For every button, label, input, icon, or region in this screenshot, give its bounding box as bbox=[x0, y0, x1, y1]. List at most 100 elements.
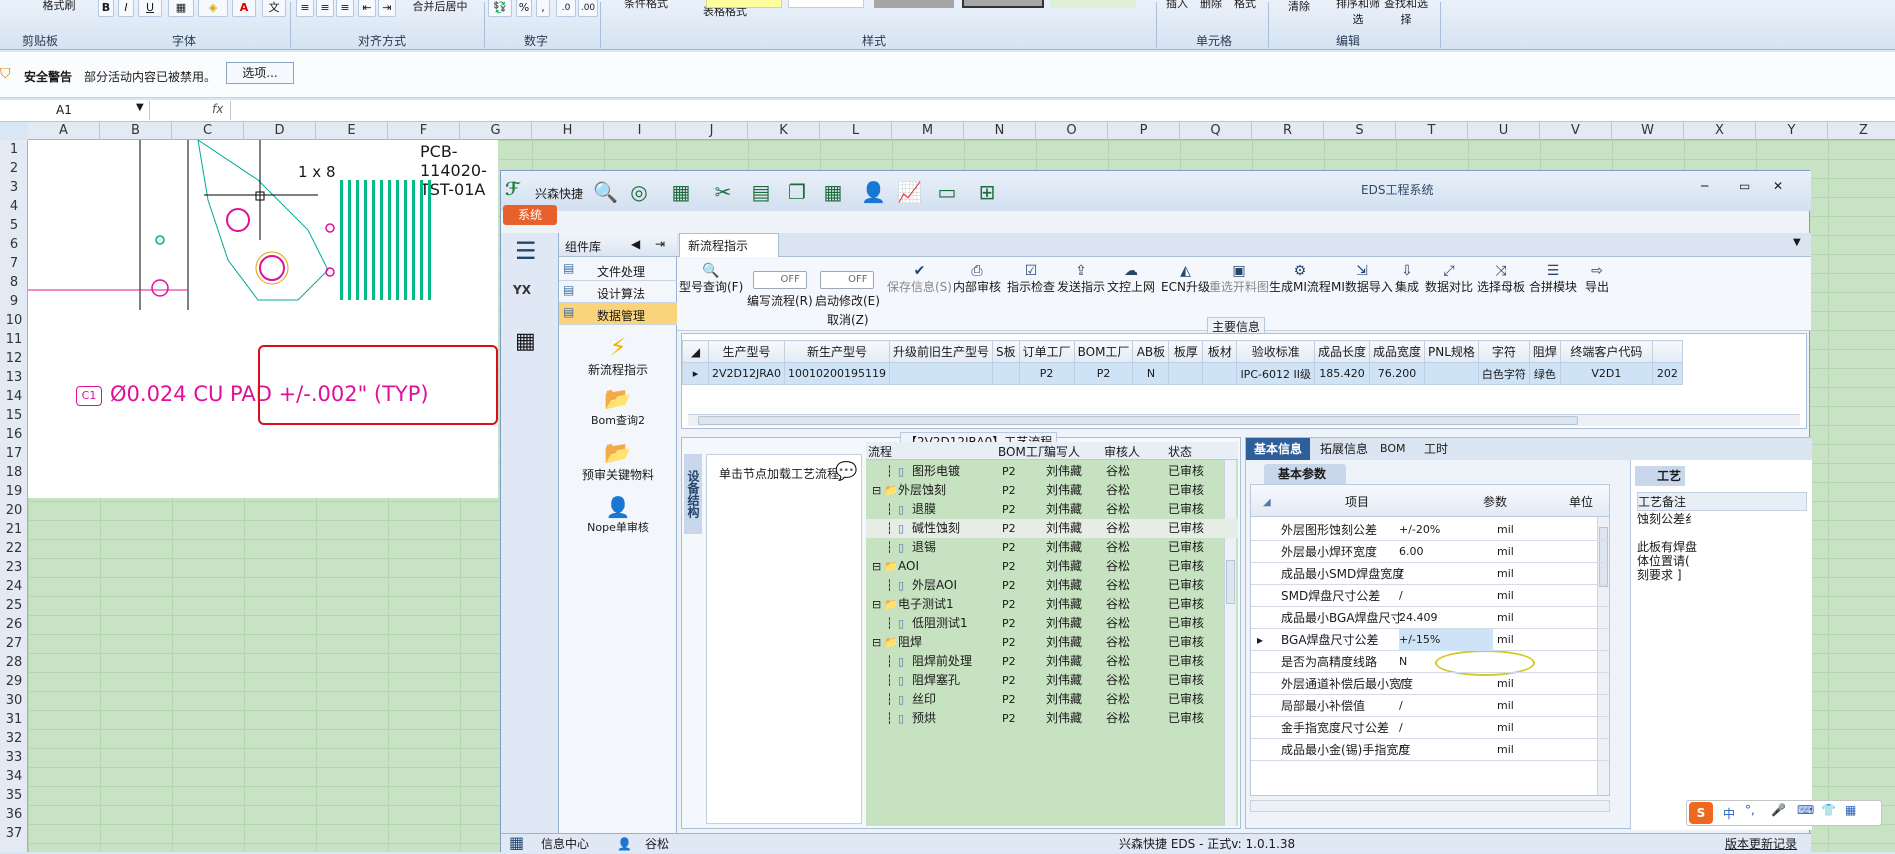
column-header[interactable]: R bbox=[1252, 122, 1324, 140]
toggle-switch[interactable]: OFF bbox=[752, 271, 807, 289]
param-cell-value[interactable]: / bbox=[1399, 585, 1403, 607]
param-cell-value[interactable]: / bbox=[1399, 673, 1403, 695]
tree-row[interactable]: ┆ ▯ 预烘 P2 刘伟藏 谷松 已审核 bbox=[866, 709, 1238, 728]
tree-row[interactable]: ┆ ▯ 低阻测试1 P2 刘伟藏 谷松 已审核 bbox=[866, 614, 1238, 633]
mic-icon[interactable]: 🎤 bbox=[1771, 803, 1786, 817]
param-row[interactable]: SMD焊盘尺寸公差 / mil bbox=[1251, 585, 1609, 607]
table-icon[interactable]: ▦ bbox=[669, 181, 693, 203]
column-header[interactable]: H bbox=[532, 122, 604, 140]
tree-row[interactable]: ┆ ▯ 碱性蚀刻 P2 刘伟藏 谷松 已审核 bbox=[866, 519, 1238, 538]
row-header[interactable]: 29 bbox=[0, 672, 28, 691]
main-table-header[interactable]: AB板 bbox=[1132, 340, 1170, 363]
column-header[interactable]: Z bbox=[1828, 122, 1895, 140]
toolbar-button[interactable]: ⤢ 数据对比 bbox=[1425, 263, 1473, 295]
formula-input[interactable] bbox=[230, 101, 1895, 120]
toolbar-button[interactable]: ⤨ 选择母板 bbox=[1477, 263, 1525, 295]
row-header[interactable]: 3 bbox=[0, 178, 28, 197]
tree-row[interactable]: ┆ ▯ 图形电镀 P2 刘伟藏 谷松 已审核 bbox=[866, 462, 1238, 481]
align-center-button[interactable]: ≡ bbox=[316, 0, 334, 17]
column-header[interactable]: F bbox=[388, 122, 460, 140]
main-table-header[interactable]: BOM工厂 bbox=[1073, 340, 1134, 363]
main-table-cell[interactable]: IPC-6012 II级 bbox=[1236, 362, 1315, 385]
tree-row[interactable]: ┆ ▯ 退膜 P2 刘伟藏 谷松 已审核 bbox=[866, 500, 1238, 519]
toolbar-button[interactable]: ⇨ 导出 bbox=[1585, 263, 1609, 295]
fx-icon[interactable]: fx bbox=[212, 102, 223, 116]
main-table-cell[interactable]: V2D1 bbox=[1559, 362, 1653, 385]
maximize-icon[interactable]: ▭ bbox=[1739, 179, 1750, 193]
lifebuoy-icon[interactable]: ◎ bbox=[627, 181, 651, 203]
film-icon[interactable]: ▤ bbox=[749, 181, 773, 203]
accounting-button[interactable]: 💱 bbox=[488, 0, 512, 17]
row-header[interactable]: 26 bbox=[0, 615, 28, 634]
search-icon[interactable]: 🔍 bbox=[593, 181, 618, 203]
fill-color-button[interactable]: ◈ bbox=[198, 0, 228, 17]
phonetic-button[interactable]: 文 bbox=[262, 0, 286, 17]
tree-column-header[interactable]: 编写人 bbox=[1044, 443, 1080, 460]
main-table-cell[interactable]: 白色字符 bbox=[1477, 362, 1530, 385]
column-header[interactable]: W bbox=[1612, 122, 1684, 140]
italic-button[interactable]: I bbox=[118, 0, 134, 17]
param-cell-value[interactable]: 6.00 bbox=[1399, 541, 1424, 563]
basic-params-tab[interactable]: 基本参数 bbox=[1264, 464, 1346, 484]
param-row[interactable]: 外层最小焊环宽度 6.00 mil bbox=[1251, 541, 1609, 563]
system-tab[interactable]: 系统 bbox=[503, 205, 557, 225]
info-center-label[interactable]: 信息中心 bbox=[541, 834, 589, 854]
param-cell-value[interactable]: N bbox=[1399, 651, 1407, 673]
main-table-header[interactable]: 字符 bbox=[1477, 340, 1530, 363]
param-row[interactable]: 金手指宽度尺寸公差 / mil bbox=[1251, 717, 1609, 739]
row-header[interactable]: 36 bbox=[0, 805, 28, 824]
copy-icon[interactable]: ❐ bbox=[785, 181, 809, 203]
yx-icon[interactable]: YX bbox=[513, 283, 531, 297]
main-table-cell[interactable] bbox=[1423, 362, 1479, 385]
menu-data[interactable]: ▤ 数据管理 bbox=[559, 303, 677, 325]
tab-basic-info[interactable]: 基本信息 bbox=[1246, 438, 1311, 460]
keyboard-icon[interactable]: ⌨ bbox=[1797, 803, 1814, 817]
main-table-header[interactable]: 阻焊 bbox=[1528, 340, 1561, 363]
tree-row[interactable]: ┆ ▯ 阻焊塞孔 P2 刘伟藏 谷松 已审核 bbox=[866, 671, 1238, 690]
main-table-header[interactable]: 板材 bbox=[1202, 340, 1238, 363]
name-box[interactable]: A1 bbox=[0, 101, 150, 120]
main-table-cell[interactable] bbox=[1168, 362, 1204, 385]
toolbar-button[interactable]: ⚙ 生成MI流程 bbox=[1269, 263, 1331, 295]
tree-row[interactable]: ⊟ 📁 AOI P2 刘伟藏 谷松 已审核 bbox=[866, 557, 1238, 576]
tab-bom[interactable]: BOM bbox=[1372, 438, 1414, 460]
tab-hours[interactable]: 工时 bbox=[1416, 438, 1456, 460]
main-table-cell[interactable]: 185.420 bbox=[1313, 362, 1370, 385]
row-header[interactable]: 9 bbox=[0, 292, 28, 311]
collapse-icon[interactable]: ⊟ bbox=[872, 481, 881, 500]
windows-icon[interactable]: ⊞ bbox=[975, 181, 999, 203]
tree-column-header[interactable]: 流程 bbox=[868, 443, 892, 460]
menu-algorithm[interactable]: ▤ 设计算法 bbox=[559, 281, 677, 303]
column-header[interactable]: K bbox=[748, 122, 820, 140]
grid-icon[interactable]: ▦ bbox=[821, 181, 845, 203]
version-history-link[interactable]: 版本更新记录 bbox=[1725, 834, 1797, 854]
main-table-cell[interactable]: 10010200195119 bbox=[783, 362, 890, 385]
merge-center-button[interactable]: 合并后居中 bbox=[400, 0, 480, 17]
main-table-header[interactable]: 升级前旧生产型号 bbox=[888, 340, 993, 363]
row-header[interactable]: 14 bbox=[0, 387, 28, 406]
scissors-icon[interactable]: ✂ bbox=[711, 181, 735, 203]
style-gallery-yellow[interactable] bbox=[706, 0, 782, 8]
collapse-left-icon[interactable]: ◀ bbox=[631, 237, 640, 251]
column-header[interactable]: X bbox=[1684, 122, 1756, 140]
tree-column-header[interactable]: BOM工厂 bbox=[998, 443, 1050, 460]
insert-cells-button[interactable]: 插入 bbox=[1162, 0, 1192, 14]
skin-icon[interactable]: 👕 bbox=[1821, 803, 1836, 817]
toolbar-button[interactable]: ⇪ 发送指示 bbox=[1057, 263, 1105, 295]
row-header[interactable]: 27 bbox=[0, 634, 28, 653]
param-row[interactable]: 成品最小BGA焊盘尺寸 24.409 mil bbox=[1251, 607, 1609, 629]
column-header[interactable]: T bbox=[1396, 122, 1468, 140]
row-header[interactable]: 23 bbox=[0, 558, 28, 577]
increase-decimal-button[interactable]: .0 bbox=[556, 0, 576, 17]
main-table-header[interactable]: 终端客户代码 bbox=[1559, 340, 1653, 363]
tab-dropdown-icon[interactable]: ▼ bbox=[1793, 237, 1801, 248]
row-header[interactable]: 4 bbox=[0, 197, 28, 216]
row-header[interactable]: 6 bbox=[0, 235, 28, 254]
main-table-header[interactable]: 成品宽度 bbox=[1368, 340, 1425, 363]
main-table-header[interactable]: S板 bbox=[991, 340, 1020, 363]
main-table-cell[interactable]: P2 bbox=[1018, 362, 1075, 385]
main-table-header[interactable]: 生产型号 bbox=[708, 340, 785, 363]
tools-icon[interactable]: ▦ bbox=[1845, 803, 1856, 817]
style-gallery-gray[interactable] bbox=[874, 0, 954, 8]
calculator-icon[interactable]: ▦ bbox=[515, 329, 536, 354]
